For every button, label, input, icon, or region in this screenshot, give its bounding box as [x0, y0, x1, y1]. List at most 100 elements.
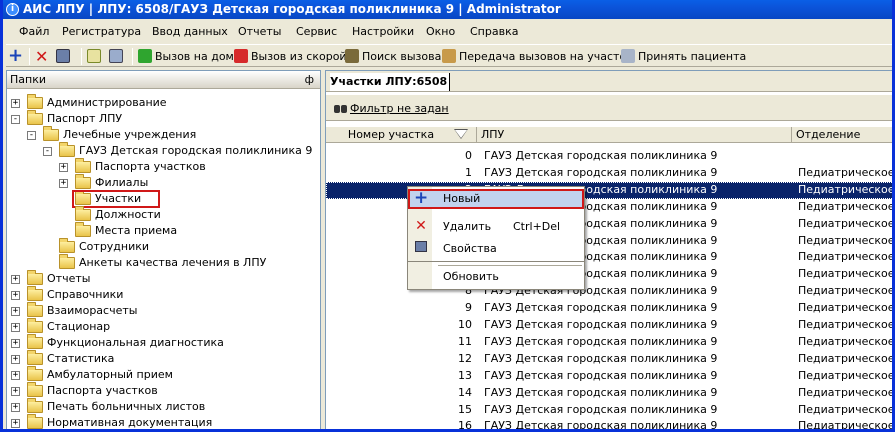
tree-item[interactable]: Сотрудники	[7, 238, 320, 255]
cell-department: Педиатрическое I	[798, 165, 893, 179]
tree-item[interactable]: + Филиалы	[7, 174, 320, 191]
tree-item[interactable]: Места приема	[7, 222, 320, 239]
pin-icon[interactable]: ф	[305, 71, 314, 88]
expand-icon[interactable]: +	[11, 419, 20, 428]
folder-icon	[27, 382, 43, 397]
tree-item[interactable]: + Амбулаторный прием	[7, 366, 320, 383]
expand-icon[interactable]: +	[11, 371, 20, 380]
export-icon[interactable]	[109, 47, 126, 66]
menu-service[interactable]: Сервис	[296, 24, 337, 40]
search-call-button[interactable]: Поиск вызова	[345, 47, 441, 66]
tab-bar: Участки ЛПУ:6508	[326, 71, 892, 92]
expand-icon[interactable]: +	[11, 339, 20, 348]
title-bar: i АИС ЛПУ | ЛПУ: 6508/ГАУЗ Детская город…	[3, 0, 892, 19]
delete-shortcut: Ctrl+Del	[513, 220, 561, 233]
call-home-button[interactable]: Вызов на дом	[138, 47, 234, 66]
tree-item[interactable]: Участки	[7, 190, 320, 207]
tree-item[interactable]: + Администрирование	[7, 94, 320, 111]
column-header-department[interactable]: Отделение	[792, 127, 892, 143]
context-menu-refresh[interactable]: Обновить	[443, 268, 499, 286]
filter-link[interactable]: Фильтр не задан	[350, 102, 449, 115]
tree-item-label: Справочники	[47, 288, 124, 301]
menu-window[interactable]: Окно	[426, 24, 455, 40]
accept-patient-button[interactable]: Принять пациента	[621, 47, 746, 66]
tree-item[interactable]: + Функциональная диагностика	[7, 334, 320, 351]
tree-item[interactable]: Должности	[7, 206, 320, 223]
collapse-icon[interactable]: -	[43, 147, 52, 156]
tree-item[interactable]: - Лечебные учреждения	[7, 126, 320, 143]
properties-icon[interactable]	[56, 47, 73, 66]
table-row[interactable]: 16 ГАУЗ Детская городская поликлиника 9 Пе…	[326, 418, 892, 429]
menu-reports[interactable]: Отчеты	[238, 24, 281, 40]
cell-department: Педиатрическое II	[798, 301, 893, 315]
tree-item[interactable]: + Отчеты	[7, 270, 320, 287]
tree-item[interactable]: + Взаиморасчеты	[7, 302, 320, 319]
menu-settings[interactable]: Настройки	[352, 24, 414, 40]
add-icon[interactable]: +	[8, 47, 23, 66]
folder-icon	[27, 414, 43, 429]
tree-item[interactable]: Анкеты качества лечения в ЛПУ	[7, 254, 320, 271]
table-row[interactable]: 12 ГАУЗ Детская городская поликлиника 9 Пе…	[326, 351, 892, 368]
transfer-calls-button[interactable]: Передача вызовов на участок	[442, 47, 633, 66]
context-menu-delete[interactable]: ✕ Удалить Ctrl+Del	[408, 217, 584, 237]
tree-item-label: Паспорт ЛПУ	[47, 112, 123, 125]
tree-item[interactable]: + Нормативная документация	[7, 414, 320, 429]
expand-icon[interactable]: +	[11, 403, 20, 412]
table-row[interactable]: 1 ГАУЗ Детская городская поликлиника 9 Пед…	[326, 165, 893, 182]
menu-data-entry[interactable]: Ввод данных	[152, 24, 228, 40]
cell-department: Педиатрическое I	[798, 216, 893, 230]
expand-icon[interactable]: +	[59, 179, 68, 188]
context-menu-new[interactable]: + Новый	[408, 189, 584, 209]
selected-tree-item-highlight	[72, 190, 160, 208]
table-row[interactable]: 10 ГАУЗ Детская городская поликлиника 9 Пе…	[326, 317, 892, 334]
refresh-icon[interactable]	[87, 47, 104, 66]
table-row[interactable]: 14 ГАУЗ Детская городская поликлиника 9 Пе…	[326, 385, 892, 402]
menu-help[interactable]: Справка	[470, 24, 518, 40]
table-row[interactable]: 13 ГАУЗ Детская городская поликлиника 9 Пе…	[326, 368, 892, 385]
tree-item[interactable]: + Паспорта участков	[7, 382, 320, 399]
tree-item[interactable]: + Стационар	[7, 318, 320, 335]
tree-item-label: Места приема	[95, 224, 178, 237]
expand-icon[interactable]: +	[11, 323, 20, 332]
app-icon: i	[6, 3, 19, 16]
toolbar-separator	[132, 48, 133, 65]
tree-item-label: Должности	[95, 208, 161, 221]
cell-number: 15	[458, 402, 472, 416]
tree-item[interactable]: + Статистика	[7, 350, 320, 367]
tab-sections[interactable]: Участки ЛПУ:6508	[330, 73, 451, 91]
cell-number: 11	[458, 334, 472, 348]
table-row[interactable]: 9 ГАУЗ Детская городская поликлиника 9 Пед…	[326, 300, 893, 317]
cell-lpu: ГАУЗ Детская городская поликлиника 9	[484, 149, 718, 162]
call-ambulance-button[interactable]: Вызов из скорой	[234, 47, 347, 66]
expand-icon[interactable]: +	[11, 355, 20, 364]
menu-registry[interactable]: Регистратура	[62, 24, 141, 40]
folder-icon	[27, 366, 43, 381]
tree-item[interactable]: + Справочники	[7, 286, 320, 303]
folder-icon	[27, 286, 43, 301]
expand-icon[interactable]: +	[11, 99, 20, 108]
tree-item[interactable]: - Паспорт ЛПУ	[7, 110, 320, 127]
menu-file[interactable]: Файл	[19, 24, 49, 40]
expand-icon[interactable]: +	[11, 387, 20, 396]
table-row[interactable]: 11 ГАУЗ Детская городская поликлиника 9 Пе…	[326, 334, 893, 351]
table-row[interactable]: 0 ГАУЗ Детская городская поликлиника 9	[326, 148, 892, 165]
expand-icon[interactable]: +	[11, 275, 20, 284]
expand-icon[interactable]: +	[59, 163, 68, 172]
collapse-icon[interactable]: -	[27, 131, 36, 140]
patient-icon	[621, 49, 635, 63]
tree-item-label: Статистика	[47, 352, 115, 365]
expand-icon[interactable]: +	[11, 307, 20, 316]
cell-lpu: ГАУЗ Детская городская поликлиника 9	[484, 301, 718, 315]
accept-patient-label: Принять пациента	[638, 50, 747, 63]
cell-department: Педиатрическое II	[798, 334, 893, 348]
tree-item[interactable]: + Паспорта участков	[7, 158, 320, 175]
table-row[interactable]: 15 ГАУЗ Детская городская поликлиника 9 Пе…	[326, 402, 892, 419]
expand-icon[interactable]: +	[11, 291, 20, 300]
context-menu-properties[interactable]: Свойства	[408, 239, 584, 259]
column-header-lpu[interactable]: ЛПУ	[477, 127, 792, 143]
delete-icon[interactable]: ✕	[35, 47, 48, 66]
tree-item[interactable]: + Печать больничных листов	[7, 398, 320, 415]
tree-item[interactable]: - ГАУЗ Детская городская поликлиника 9	[7, 142, 320, 159]
search-call-label: Поиск вызова	[362, 50, 442, 63]
collapse-icon[interactable]: -	[11, 115, 20, 124]
